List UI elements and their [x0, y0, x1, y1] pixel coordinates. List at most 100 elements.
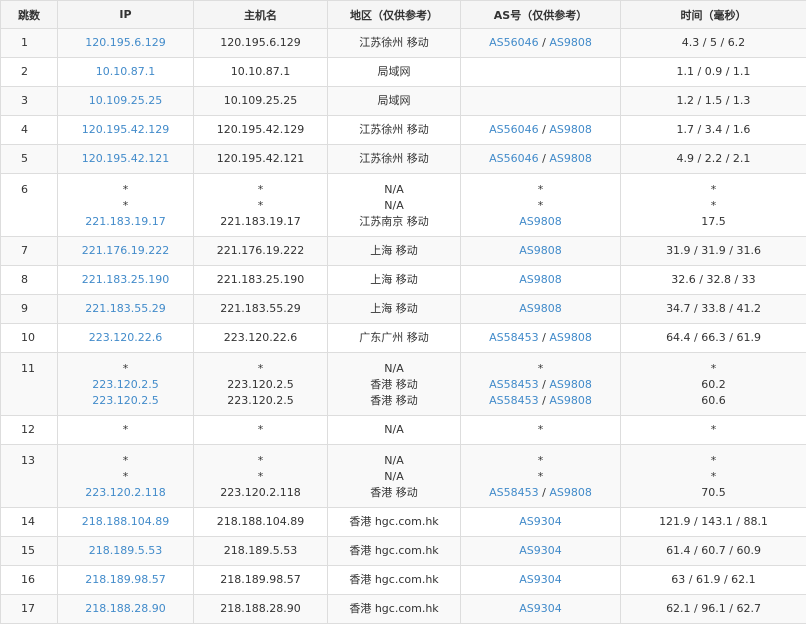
- as-link[interactable]: AS9304: [519, 544, 562, 557]
- table-row: 9221.183.55.29221.183.55.29上海 移动AS980834…: [1, 295, 806, 324]
- as-link[interactable]: AS9808: [519, 302, 562, 315]
- ip-link[interactable]: 10.109.25.25: [58, 93, 193, 109]
- as-link[interactable]: AS9808: [519, 244, 562, 257]
- as-link[interactable]: AS58453: [489, 378, 539, 391]
- as-link[interactable]: AS9808: [549, 123, 592, 136]
- time-text: 61.4 / 60.7 / 60.9: [621, 543, 806, 559]
- as-link[interactable]: AS56046: [489, 123, 539, 136]
- ip-link[interactable]: 221.176.19.222: [58, 243, 193, 259]
- hostname-cell: 218.188.28.90: [194, 595, 328, 624]
- ip-link[interactable]: 218.188.104.89: [58, 514, 193, 530]
- hop-number-text: 1: [21, 35, 57, 51]
- ip-cell: *223.120.2.5223.120.2.5: [58, 353, 194, 416]
- as-link[interactable]: AS9808: [549, 378, 592, 391]
- as-link[interactable]: AS9808: [549, 152, 592, 165]
- ip-link[interactable]: 218.189.98.57: [58, 572, 193, 588]
- as-link[interactable]: AS9808: [549, 394, 592, 407]
- time-cell: *60.260.6: [621, 353, 806, 416]
- ip-cell: **223.120.2.118: [58, 445, 194, 508]
- as-link[interactable]: AS58453: [489, 394, 539, 407]
- as-link[interactable]: AS9808: [549, 331, 592, 344]
- as-link[interactable]: AS9808: [549, 486, 592, 499]
- time-text: 121.9 / 143.1 / 88.1: [621, 514, 806, 530]
- time-cell: 4.3 / 5 / 6.2: [621, 29, 806, 58]
- region-text: 香港 hgc.com.hk: [328, 601, 460, 617]
- time-cell: 34.7 / 33.8 / 41.2: [621, 295, 806, 324]
- as-link[interactable]: AS9304: [519, 515, 562, 528]
- region-text: 上海 移动: [328, 272, 460, 288]
- hop-number: 5: [1, 145, 58, 174]
- hop-number-text: 12: [21, 422, 57, 438]
- as-separator: /: [539, 394, 550, 407]
- hostname-text: 218.189.5.53: [194, 543, 327, 559]
- region-cell: 香港 hgc.com.hk: [328, 508, 461, 537]
- region-cell: 江苏徐州 移动: [328, 29, 461, 58]
- region-cell: 香港 hgc.com.hk: [328, 595, 461, 624]
- as-link[interactable]: AS9304: [519, 573, 562, 586]
- as-placeholder: *: [538, 183, 544, 196]
- ip-link[interactable]: 120.195.42.121: [58, 151, 193, 167]
- as-line: AS9808: [461, 243, 620, 259]
- traceroute-table: 跳数 IP 主机名 地区（仅供参考） AS号（仅供参考） 时间（毫秒） 1120…: [0, 0, 806, 624]
- ip-link[interactable]: 221.183.55.29: [58, 301, 193, 317]
- as-separator: /: [539, 486, 550, 499]
- as-link[interactable]: AS58453: [489, 486, 539, 499]
- as-link[interactable]: AS56046: [489, 36, 539, 49]
- time-text: *: [621, 469, 806, 485]
- ip-link[interactable]: 10.10.87.1: [58, 64, 193, 80]
- table-header-row: 跳数 IP 主机名 地区（仅供参考） AS号（仅供参考） 时间（毫秒）: [1, 1, 806, 29]
- region-cell: 江苏徐州 移动: [328, 116, 461, 145]
- time-text: 64.4 / 66.3 / 61.9: [621, 330, 806, 346]
- time-text: *: [621, 422, 806, 438]
- hostname-text: 221.183.19.17: [194, 214, 327, 230]
- as-line: *: [461, 422, 620, 438]
- hop-number: 17: [1, 595, 58, 624]
- as-link[interactable]: AS56046: [489, 152, 539, 165]
- hostname-text: 10.109.25.25: [194, 93, 327, 109]
- as-separator: /: [539, 331, 550, 344]
- hostname-text: *: [194, 453, 327, 469]
- ip-link[interactable]: 223.120.22.6: [58, 330, 193, 346]
- ip-placeholder: *: [58, 469, 193, 485]
- region-cell: 上海 移动: [328, 237, 461, 266]
- ip-link[interactable]: 223.120.2.5: [58, 393, 193, 409]
- ip-link[interactable]: 221.183.25.190: [58, 272, 193, 288]
- hostname-text: *: [194, 198, 327, 214]
- hop-number: 11: [1, 353, 58, 416]
- ip-link[interactable]: 218.189.5.53: [58, 543, 193, 559]
- hop-number: 15: [1, 537, 58, 566]
- region-text: 局域网: [328, 93, 460, 109]
- as-link[interactable]: AS9808: [519, 273, 562, 286]
- region-text: N/A: [328, 422, 460, 438]
- hostname-text: 221.183.55.29: [194, 301, 327, 317]
- region-cell: 香港 hgc.com.hk: [328, 566, 461, 595]
- region-text: N/A: [328, 469, 460, 485]
- hostname-cell: 223.120.22.6: [194, 324, 328, 353]
- ip-link[interactable]: 120.195.42.129: [58, 122, 193, 138]
- as-link[interactable]: AS9808: [549, 36, 592, 49]
- as-link[interactable]: AS9304: [519, 602, 562, 615]
- hop-number-text: 6: [21, 182, 57, 198]
- region-cell: 江苏徐州 移动: [328, 145, 461, 174]
- region-cell: N/AN/A香港 移动: [328, 445, 461, 508]
- time-text: *: [621, 198, 806, 214]
- time-cell: **17.5: [621, 174, 806, 237]
- ip-link[interactable]: 120.195.6.129: [58, 35, 193, 51]
- table-row: 13**223.120.2.118**223.120.2.118N/AN/A香港…: [1, 445, 806, 508]
- hostname-text: 223.120.2.118: [194, 485, 327, 501]
- as-link[interactable]: AS58453: [489, 331, 539, 344]
- ip-link[interactable]: 218.188.28.90: [58, 601, 193, 617]
- time-cell: 61.4 / 60.7 / 60.9: [621, 537, 806, 566]
- time-text: 32.6 / 32.8 / 33: [621, 272, 806, 288]
- time-text: 17.5: [621, 214, 806, 230]
- hostname-cell: 218.188.104.89: [194, 508, 328, 537]
- as-link[interactable]: AS9808: [519, 215, 562, 228]
- ip-link[interactable]: 223.120.2.5: [58, 377, 193, 393]
- ip-link[interactable]: 223.120.2.118: [58, 485, 193, 501]
- ip-cell: 120.195.42.129: [58, 116, 194, 145]
- time-cell: 1.7 / 3.4 / 1.6: [621, 116, 806, 145]
- region-text: 江苏徐州 移动: [328, 151, 460, 167]
- region-text: 江苏南京 移动: [328, 214, 460, 230]
- as-cell: AS9304: [461, 566, 621, 595]
- ip-link[interactable]: 221.183.19.17: [58, 214, 193, 230]
